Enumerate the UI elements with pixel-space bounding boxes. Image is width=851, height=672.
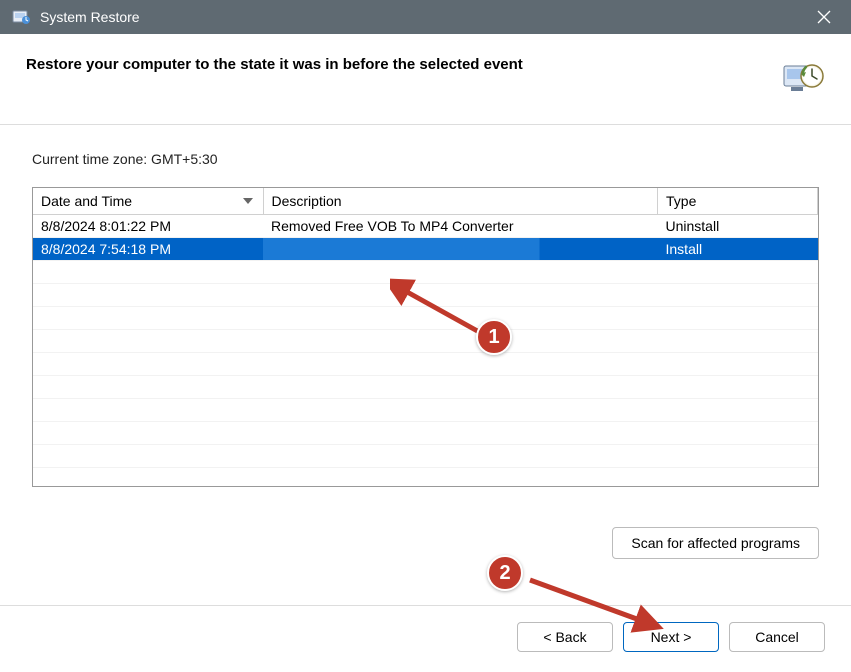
close-button[interactable] [801, 0, 847, 34]
table-row: . [33, 260, 818, 283]
table-row: . [33, 329, 818, 352]
cell-description: Removed Free VOB To MP4 Converter [263, 214, 658, 237]
col-description-label: Description [272, 193, 342, 209]
cell-description [263, 237, 658, 260]
back-button[interactable]: < Back [517, 622, 613, 652]
restore-points-table: Date and Time Description Type 8/8/2024 … [32, 187, 819, 487]
table-row: . [33, 283, 818, 306]
wizard-header: Restore your computer to the state it wa… [0, 34, 851, 125]
wizard-footer: < Back Next > Cancel [0, 606, 851, 672]
table-row: . [33, 421, 818, 444]
col-type[interactable]: Type [658, 188, 818, 214]
table-row: . [33, 375, 818, 398]
cancel-button[interactable]: Cancel [729, 622, 825, 652]
cell-datetime: 8/8/2024 7:54:18 PM [33, 237, 263, 260]
table-row[interactable]: 8/8/2024 7:54:18 PM Install [33, 237, 818, 260]
col-datetime[interactable]: Date and Time [33, 188, 263, 214]
table-row: . [33, 444, 818, 467]
table-row: . [33, 352, 818, 375]
main-content: Current time zone: GMT+5:30 Date and Tim… [0, 125, 851, 591]
titlebar: System Restore [0, 0, 851, 34]
cell-type: Install [658, 237, 818, 260]
page-title: Restore your computer to the state it wa… [26, 56, 769, 73]
restore-clock-icon [781, 56, 825, 100]
system-restore-icon [10, 6, 32, 28]
scan-affected-button[interactable]: Scan for affected programs [612, 527, 819, 559]
table-row: . [33, 398, 818, 421]
cell-datetime: 8/8/2024 8:01:22 PM [33, 214, 263, 237]
window-title: System Restore [40, 9, 801, 25]
col-type-label: Type [666, 193, 696, 209]
timezone-label: Current time zone: GMT+5:30 [32, 151, 819, 167]
col-description[interactable]: Description [263, 188, 658, 214]
next-button[interactable]: Next > [623, 622, 719, 652]
col-datetime-label: Date and Time [41, 193, 132, 209]
table-row[interactable]: 8/8/2024 8:01:22 PM Removed Free VOB To … [33, 214, 818, 237]
cell-type: Uninstall [658, 214, 818, 237]
table-row: . [33, 306, 818, 329]
